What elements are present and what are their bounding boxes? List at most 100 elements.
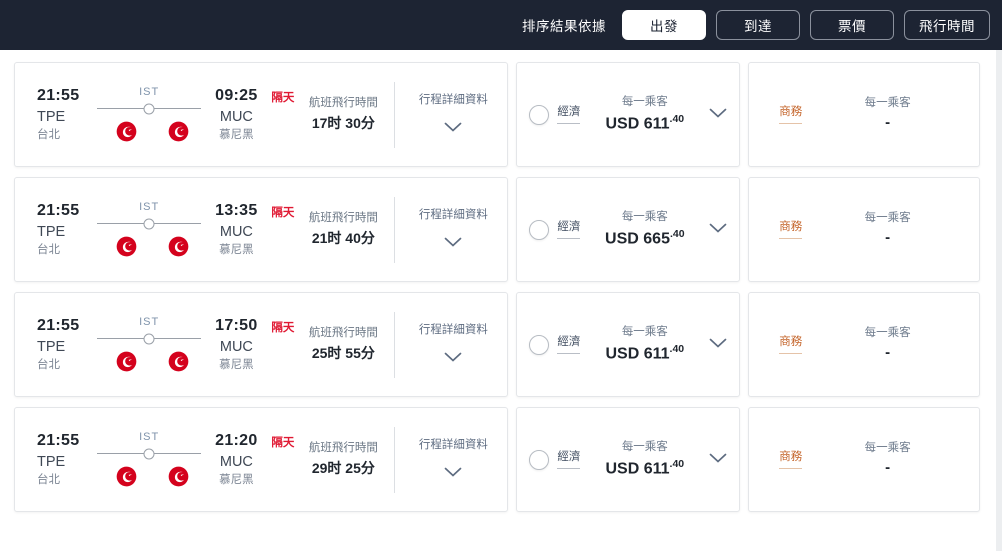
business-fare-body: 每一乘客 - <box>808 325 967 365</box>
itinerary-details-toggle[interactable]: 行程詳細資料 <box>405 436 501 482</box>
turkish-airlines-logo-icon <box>116 351 137 372</box>
economy-fare-card[interactable]: 經濟 每一乘客 USD 665.40 <box>516 177 741 282</box>
itinerary-card[interactable]: 21:55 TPE 台北 IST <box>14 292 509 397</box>
vertical-divider <box>394 426 396 493</box>
airline-logos <box>97 119 201 145</box>
next-day-badge: 隔天 <box>271 437 295 449</box>
departure-city: 台北 <box>37 474 60 487</box>
economy-cabin-label: 經濟 <box>557 450 581 469</box>
arrival-city: 慕尼黑 <box>219 244 254 257</box>
itinerary-details-toggle[interactable]: 行程詳細資料 <box>405 206 501 252</box>
economy-price: USD 611.40 <box>605 342 684 365</box>
arrival-endpoint: 13:35 MUC 慕尼黑 <box>205 200 267 259</box>
business-fare-card[interactable]: 商務 每一乘客 - <box>748 292 980 397</box>
arrival-airport-code: MUC <box>219 108 253 125</box>
vertical-divider <box>394 196 396 263</box>
flight-duration-label: 航班飛行時間 <box>308 212 378 225</box>
vertical-divider <box>394 311 396 378</box>
sort-button-departure[interactable]: 出發 <box>622 10 706 40</box>
economy-fare-body: 每一乘客 USD 665.40 <box>586 209 703 249</box>
itinerary-card[interactable]: 21:55 TPE 台北 IST <box>14 62 509 167</box>
itinerary-details-toggle[interactable]: 行程詳細資料 <box>405 321 501 367</box>
business-cabin-label: 商務 <box>779 105 803 124</box>
stopover-dot-icon <box>143 103 155 114</box>
sort-button-arrival[interactable]: 到達 <box>716 10 800 40</box>
sort-bar: 排序結果依據 出發 到達 票價 飛行時間 <box>0 0 1002 50</box>
airline-logos <box>97 464 201 490</box>
economy-price: USD 611.40 <box>605 112 684 135</box>
economy-cents: .40 <box>669 227 685 240</box>
departure-endpoint: 21:55 TPE 台北 <box>37 430 95 489</box>
economy-currency: USD <box>605 229 639 247</box>
flight-path: IST <box>97 84 202 146</box>
flight-duration-value: 17时 30分 <box>311 114 375 131</box>
stopover-dot-icon <box>143 448 155 459</box>
chevron-down-icon[interactable] <box>709 106 727 124</box>
business-fare-body: 每一乘客 - <box>808 95 967 135</box>
flight-duration: 航班飛行時間 25时 55分 <box>300 325 386 363</box>
business-price: - <box>885 113 891 131</box>
economy-fare-card[interactable]: 經濟 每一乘客 USD 611.40 <box>516 407 741 512</box>
itinerary-card[interactable]: 21:55 TPE 台北 IST <box>14 407 509 512</box>
sort-button-price[interactable]: 票價 <box>810 10 894 40</box>
turkish-airlines-logo-icon <box>116 121 137 142</box>
airline-logos <box>97 349 201 375</box>
economy-fare-radio[interactable] <box>529 449 550 470</box>
departure-airport-code: TPE <box>37 108 66 125</box>
next-day-badge: 隔天 <box>271 322 295 334</box>
business-fare-card[interactable]: 商務 每一乘客 - <box>748 62 980 167</box>
economy-fare-radio[interactable] <box>529 219 550 240</box>
chevron-down-icon[interactable] <box>709 221 727 239</box>
chevron-down-icon[interactable] <box>709 336 727 354</box>
departure-endpoint: 21:55 TPE 台北 <box>37 200 95 259</box>
business-fare-card[interactable]: 商務 每一乘客 - <box>748 177 980 282</box>
flight-result-row: 21:55 TPE 台北 IST <box>14 407 980 512</box>
departure-airport-code: TPE <box>37 338 66 355</box>
arrival-time: 17:50 <box>215 317 258 335</box>
economy-cents: .40 <box>669 457 685 470</box>
next-day-badge: 隔天 <box>271 92 295 104</box>
economy-fare-card[interactable]: 經濟 每一乘客 USD 611.40 <box>516 292 741 397</box>
chevron-down-icon <box>444 465 462 483</box>
sort-button-duration[interactable]: 飛行時間 <box>904 10 990 40</box>
business-per-passenger-label: 每一乘客 <box>864 326 911 339</box>
chevron-down-icon[interactable] <box>709 451 727 469</box>
departure-endpoint: 21:55 TPE 台北 <box>37 85 95 144</box>
flight-duration: 航班飛行時間 21时 40分 <box>300 210 386 248</box>
economy-price: USD 611.40 <box>605 457 684 480</box>
economy-currency: USD <box>605 459 640 477</box>
arrival-time: 21:20 <box>215 432 258 450</box>
economy-currency: USD <box>605 344 640 362</box>
stopover-dot-icon <box>143 333 155 344</box>
itinerary-card[interactable]: 21:55 TPE 台北 IST <box>14 177 509 282</box>
flight-path: IST <box>97 429 202 491</box>
flight-duration-value: 29时 25分 <box>311 459 375 476</box>
business-fare-card[interactable]: 商務 每一乘客 - <box>748 407 980 512</box>
economy-cabin-label: 經濟 <box>557 335 581 354</box>
arrival-city: 慕尼黑 <box>219 474 254 487</box>
business-per-passenger-label: 每一乘客 <box>864 441 911 454</box>
arrival-airport-code: MUC <box>219 338 253 355</box>
economy-fare-radio[interactable] <box>529 104 550 125</box>
economy-currency: USD <box>605 114 640 132</box>
sort-bar-label: 排序結果依據 <box>522 19 606 34</box>
turkish-airlines-logo-icon <box>116 236 137 257</box>
economy-per-passenger-label: 每一乘客 <box>621 326 668 339</box>
flight-path-line <box>97 102 202 116</box>
flight-duration-value: 25时 55分 <box>311 344 375 361</box>
chevron-down-icon <box>444 120 462 138</box>
business-price: - <box>885 343 891 361</box>
economy-cabin-label: 經濟 <box>557 220 581 239</box>
economy-fare-radio[interactable] <box>529 334 550 355</box>
flight-path: IST <box>97 199 202 261</box>
itinerary-details-label: 行程詳細資料 <box>418 209 488 222</box>
arrival-airport-code: MUC <box>219 453 253 470</box>
page-scrollbar[interactable] <box>996 50 1002 551</box>
departure-time: 21:55 <box>37 432 80 450</box>
business-price: - <box>885 458 891 476</box>
economy-fare-card[interactable]: 經濟 每一乘客 USD 611.40 <box>516 62 741 167</box>
departure-time: 21:55 <box>37 87 80 105</box>
departure-airport-code: TPE <box>37 223 66 240</box>
itinerary-details-label: 行程詳細資料 <box>418 94 488 107</box>
itinerary-details-toggle[interactable]: 行程詳細資料 <box>405 91 501 137</box>
